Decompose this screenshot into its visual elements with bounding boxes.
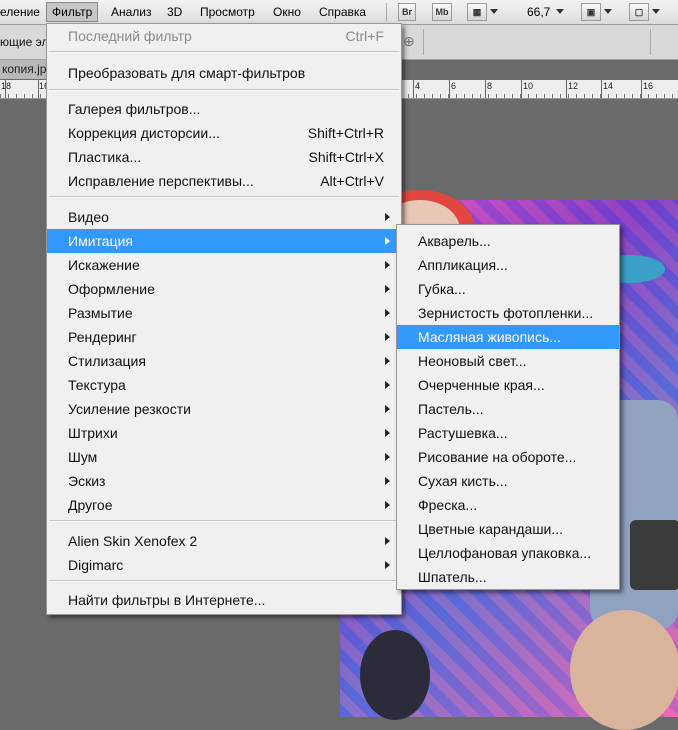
submenu-item-fresco[interactable]: Фреска... xyxy=(397,493,619,517)
submenu-arrow-icon xyxy=(385,213,390,221)
submenu-arrow-icon xyxy=(385,429,390,437)
artistic-submenu: Акварель... Аппликация... Губка... Зерни… xyxy=(396,224,620,590)
extras-grid-icon[interactable]: ▦ xyxy=(467,3,487,21)
submenu-arrow-icon xyxy=(385,237,390,245)
chevron-down-icon[interactable] xyxy=(556,9,564,14)
mini-bridge-button[interactable]: Mb xyxy=(432,3,452,21)
menu-item-alien-skin-xenofex[interactable]: Alien Skin Xenofex 2 xyxy=(47,529,401,553)
menu-selection[interactable]: еление xyxy=(0,4,40,20)
menu-item-convert-smart-filters[interactable]: Преобразовать для смарт-фильтров xyxy=(47,61,401,85)
menu-view[interactable]: Просмотр xyxy=(200,4,255,20)
chevron-down-icon[interactable] xyxy=(652,9,660,14)
menu-help[interactable]: Справка xyxy=(319,4,366,20)
submenu-item-watercolor[interactable]: Акварель... xyxy=(397,229,619,253)
menu-item-digimarc[interactable]: Digimarc xyxy=(47,553,401,577)
submenu-item-paint-daubs[interactable]: Масляная живопись... xyxy=(397,325,619,349)
submenu-item-film-grain[interactable]: Зернистость фотопленки... xyxy=(397,301,619,325)
brush-angle-icon[interactable]: ⊕ xyxy=(403,33,415,50)
submenu-arrow-icon xyxy=(385,501,390,509)
submenu-arrow-icon xyxy=(385,561,390,569)
submenu-item-palette-knife[interactable]: Шпатель... xyxy=(397,565,619,589)
submenu-arrow-icon xyxy=(385,537,390,545)
filter-menu: Последний фильтр Ctrl+F Преобразовать для… xyxy=(46,23,402,615)
bridge-button[interactable]: Br xyxy=(398,3,416,21)
submenu-arrow-icon xyxy=(385,477,390,485)
menu-filter[interactable]: Фильтр xyxy=(46,2,99,22)
menu-item-other[interactable]: Другое xyxy=(47,493,401,517)
menu-separator xyxy=(49,89,399,91)
submenu-item-colored-pencil[interactable]: Цветные карандаши... xyxy=(397,517,619,541)
arrange-documents-icon[interactable]: ▣ xyxy=(581,3,601,21)
menu-item-artistic[interactable]: Имитация xyxy=(47,229,401,253)
menu-window[interactable]: Окно xyxy=(273,4,301,20)
menu-item-vanishing-point[interactable]: Исправление перспективы... Alt+Ctrl+V xyxy=(47,169,401,193)
menu-item-blur[interactable]: Размытие xyxy=(47,301,401,325)
menu-item-render[interactable]: Рендеринг xyxy=(47,325,401,349)
submenu-arrow-icon xyxy=(385,333,390,341)
zoom-level[interactable]: 66,7 xyxy=(527,4,550,20)
menu-item-stylize[interactable]: Стилизация xyxy=(47,349,401,373)
menu-item-lens-correction[interactable]: Коррекция дисторсии... Shift+Ctrl+R xyxy=(47,121,401,145)
menu-analysis[interactable]: Анализ xyxy=(111,4,152,20)
submenu-item-sponge[interactable]: Губка... xyxy=(397,277,619,301)
submenu-arrow-icon xyxy=(385,261,390,269)
menu-item-distort[interactable]: Искажение xyxy=(47,253,401,277)
menu-item-sketch[interactable]: Эскиз xyxy=(47,469,401,493)
submenu-item-underpainting[interactable]: Рисование на обороте... xyxy=(397,445,619,469)
menu-separator xyxy=(49,580,399,582)
submenu-arrow-icon xyxy=(385,405,390,413)
menu-item-filter-gallery[interactable]: Галерея фильтров... xyxy=(47,97,401,121)
menu-3d[interactable]: 3D xyxy=(167,4,182,20)
menu-item-sharpen[interactable]: Усиление резкости xyxy=(47,397,401,421)
submenu-arrow-icon xyxy=(385,381,390,389)
options-separator xyxy=(650,29,651,55)
menu-item-texture[interactable]: Текстура xyxy=(47,373,401,397)
chevron-down-icon[interactable] xyxy=(604,9,612,14)
menu-item-brush-strokes[interactable]: Штрихи xyxy=(47,421,401,445)
submenu-arrow-icon xyxy=(385,453,390,461)
submenu-item-dry-brush[interactable]: Сухая кисть... xyxy=(397,469,619,493)
menu-bar: еление Фильтр Анализ 3D Просмотр Окно Сп… xyxy=(0,0,678,25)
submenu-arrow-icon xyxy=(385,357,390,365)
submenu-item-rough-pastels[interactable]: Пастель... xyxy=(397,397,619,421)
submenu-arrow-icon xyxy=(385,285,390,293)
submenu-item-poster-edges[interactable]: Очерченные края... xyxy=(397,373,619,397)
submenu-item-smudge-stick[interactable]: Растушевка... xyxy=(397,421,619,445)
menu-item-browse-filters-online[interactable]: Найти фильтры в Интернете... xyxy=(47,588,401,612)
screen-mode-icon[interactable]: ▢ xyxy=(629,3,649,21)
menu-item-pixelate[interactable]: Оформление xyxy=(47,277,401,301)
menu-item-video[interactable]: Видео xyxy=(47,205,401,229)
submenu-item-cutout[interactable]: Аппликация... xyxy=(397,253,619,277)
submenu-item-neon-glow[interactable]: Неоновый свет... xyxy=(397,349,619,373)
menubar-separator xyxy=(386,3,387,21)
submenu-item-plastic-wrap[interactable]: Целлофановая упаковка... xyxy=(397,541,619,565)
options-separator xyxy=(423,29,424,55)
menu-item-liquify[interactable]: Пластика... Shift+Ctrl+X xyxy=(47,145,401,169)
submenu-arrow-icon xyxy=(385,309,390,317)
menu-item-last-filter[interactable]: Последний фильтр Ctrl+F xyxy=(47,24,401,48)
menu-separator xyxy=(49,520,399,522)
chevron-down-icon[interactable] xyxy=(490,9,498,14)
menu-separator xyxy=(49,51,399,53)
options-label: ющие эл xyxy=(0,35,49,49)
menu-separator xyxy=(49,196,399,198)
menu-item-noise[interactable]: Шум xyxy=(47,445,401,469)
